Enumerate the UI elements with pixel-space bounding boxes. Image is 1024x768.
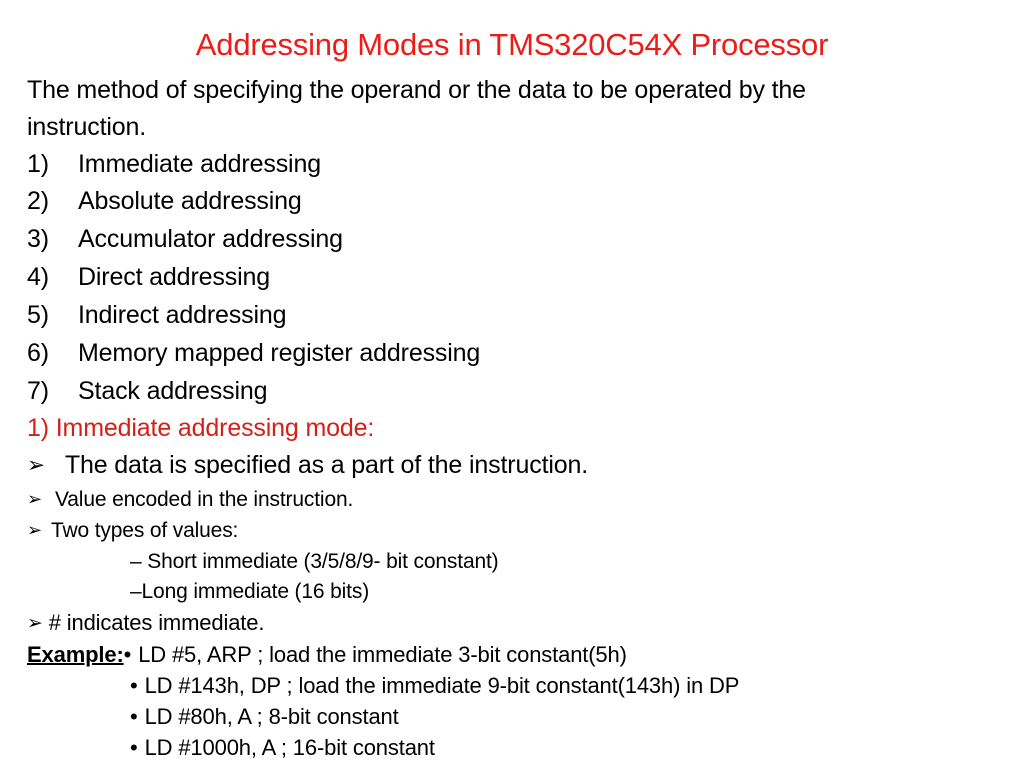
list-item: 5) Indirect addressing: [27, 300, 287, 330]
list-item: 1) Immediate addressing: [27, 149, 321, 179]
example-line: • LD #80h, A ; 8-bit constant: [130, 703, 399, 730]
list-item-number: 4): [27, 263, 49, 291]
arrow-bullet-icon: ➢: [27, 612, 43, 634]
section-subheading: 1) Immediate addressing mode:: [27, 414, 375, 442]
example-line: • LD #143h, DP ; load the immediate 9-bit…: [130, 672, 739, 699]
list-item-number: 5): [27, 301, 49, 329]
bullet-dot-icon: •: [130, 735, 138, 760]
example-line: • LD #1000h, A ; 16-bit constant: [130, 734, 435, 761]
sub-item: – Short immediate (3/5/8/9- bit constant…: [130, 550, 499, 573]
list-item-label: Immediate addressing: [78, 150, 321, 178]
list-item-label: Accumulator addressing: [78, 225, 343, 253]
bullet-item: ➢ Value encoded in the instruction.: [27, 487, 353, 514]
list-item-number: 3): [27, 225, 49, 253]
bullet-label: Value encoded in the instruction.: [54, 488, 354, 511]
list-item-number: 1): [27, 150, 49, 178]
list-item-label: Memory mapped register addressing: [78, 339, 481, 367]
bullet-dot-icon: •: [123, 642, 132, 667]
list-item-number: 6): [27, 339, 49, 367]
example-text: LD #80h, A ; 8-bit constant: [144, 704, 399, 729]
example-text: LD #143h, DP ; load the immediate 9-bit …: [144, 673, 740, 698]
example-label: Example:: [27, 642, 124, 667]
bullet-item: ➢ Two types of values:: [27, 518, 238, 545]
sub-item: –Long immediate (16 bits): [130, 580, 370, 603]
list-item-label: Stack addressing: [78, 377, 268, 405]
bullet-label: Two types of values:: [50, 519, 239, 542]
example-text: LD #1000h, A ; 16-bit constant: [144, 735, 435, 760]
bullet-label: # indicates immediate.: [48, 610, 265, 635]
example-first-line: Example:• LD #5, ARP ; load the immediate…: [27, 641, 627, 668]
arrow-bullet-icon: ➢: [27, 453, 45, 478]
list-item: 6) Memory mapped register addressing: [27, 338, 480, 368]
list-item-label: Indirect addressing: [78, 301, 287, 329]
list-item: 2) Absolute addressing: [27, 186, 302, 216]
bullet-label: The data is specified as a part of the i…: [64, 451, 589, 479]
page-title: Addressing Modes in TMS320C54X Processor: [195, 27, 829, 62]
arrow-bullet-icon: ➢: [27, 520, 42, 541]
example-text: LD #5, ARP ; load the immediate 3-bit co…: [138, 642, 627, 667]
arrow-bullet-icon: ➢: [27, 489, 42, 510]
list-item: 4) Direct addressing: [27, 262, 270, 292]
intro-line-1: The method of specifying the operand or …: [27, 76, 806, 104]
list-item-number: 7): [27, 377, 49, 405]
list-item: 3) Accumulator addressing: [27, 224, 343, 254]
list-item-label: Direct addressing: [78, 263, 270, 291]
list-item: 7) Stack addressing: [27, 376, 268, 406]
intro-line-2: instruction.: [27, 113, 147, 141]
slide-canvas: Addressing Modes in TMS320C54X Processor…: [0, 0, 1024, 768]
bullet-item: ➢ # indicates immediate.: [27, 610, 264, 637]
bullet-item: ➢ The data is specified as a part of the …: [27, 450, 588, 482]
bullet-dot-icon: •: [130, 704, 138, 729]
list-item-number: 2): [27, 187, 49, 215]
bullet-dot-icon: •: [130, 673, 138, 698]
list-item-label: Absolute addressing: [78, 187, 302, 215]
